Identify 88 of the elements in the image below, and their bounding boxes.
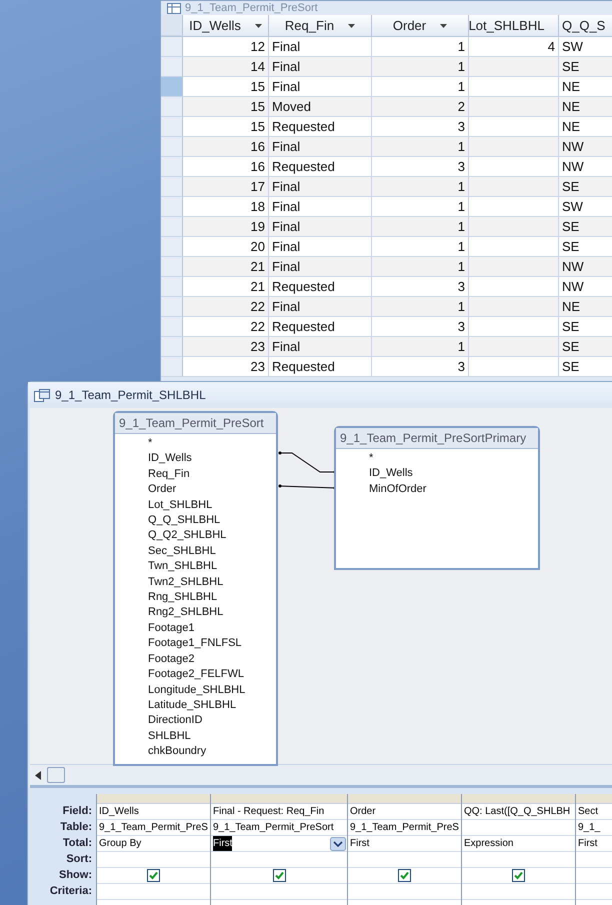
row-label: Field: [62,804,93,819]
field-item[interactable]: ID_Wells [148,451,276,467]
record-selector[interactable] [161,77,183,97]
column-selector[interactable] [97,794,210,804]
grid-cell[interactable]: First [578,836,598,851]
dropdown-arrow-icon [348,24,356,28]
field-item[interactable]: SHLBHL [148,728,276,744]
field-list-panel[interactable] [113,411,278,766]
grid-cell[interactable]: 9_1_Team_Permit_PreSort [213,820,334,835]
record-selector[interactable] [161,57,183,77]
field-list-panel[interactable]: 9_1_Team_Permit_PreSortPrimary * ID_Wells MinOfOrder [334,426,540,570]
record-selector[interactable] [161,257,183,277]
record-selector[interactable] [161,237,183,257]
column-header[interactable]: Q_Q_S [559,15,612,36]
field-item[interactable]: Footage1 [148,620,276,636]
field-item[interactable]: Rng_SHLBHL [148,590,276,606]
field-item[interactable]: Twn2_SHLBHL [148,574,276,590]
field-item[interactable]: Twn_SHLBHL [148,559,276,575]
record-selector[interactable] [161,297,183,317]
table-icon [167,2,181,14]
record-selector[interactable] [161,357,183,377]
row-label: Total: [62,836,93,851]
row-label: Criteria: [48,884,93,899]
field-item[interactable]: * [369,451,538,466]
record-selector[interactable] [161,217,183,237]
field-item[interactable]: Footage1_FNLFSL [148,636,276,652]
record-selector[interactable] [161,277,183,297]
row-label: Show: [58,868,93,883]
scroll-left-icon[interactable] [35,770,41,780]
field-item[interactable]: DirectionID [148,713,276,729]
column-selector[interactable] [462,794,575,804]
scroll-thumb[interactable] [47,767,65,783]
field-item[interactable]: MinOfOrder [369,482,538,498]
checkbox[interactable] [512,869,525,882]
column-selector[interactable] [211,794,347,804]
field-item[interactable]: ID_Wells [369,466,538,482]
field-item[interactable]: Q_Q_SHLBHL [148,513,276,528]
dropdown-arrow-icon [440,24,448,28]
record-selector[interactable] [161,177,183,197]
column-header[interactable]: Req_Fin [269,15,372,36]
field-item[interactable]: Q_Q2_SHLBHL [148,528,276,544]
field-item[interactable]: Lot_SHLBHL [148,498,276,514]
horizontal-scrollbar[interactable] [30,764,612,788]
field-item[interactable]: Footage2 [148,652,276,668]
field-item[interactable]: * [148,436,276,452]
dropdown-arrow-icon [254,24,262,28]
dropdown-icon[interactable] [330,836,346,850]
join-line [278,484,336,490]
grid-cell[interactable]: Sect [576,804,612,820]
row-label: Table: [59,820,93,835]
join-line [278,452,336,474]
checkbox[interactable] [272,869,286,882]
record-selector[interactable] [161,157,183,177]
grid-cell[interactable]: First [350,836,370,851]
checkbox[interactable] [398,869,411,882]
window-title: 9_1_Team_Permit_PreSort [185,2,318,14]
record-selector[interactable] [161,337,183,357]
column-header[interactable]: Order [372,15,469,36]
record-selector[interactable] [161,137,183,157]
field-item[interactable]: Footage2_FELFWL [148,667,276,682]
column-header[interactable]: ID_Wells [183,15,269,36]
field-item[interactable]: Sec_SHLBHL [148,544,276,560]
grid-cell[interactable]: 9_1_Team_Permit_PreS [99,820,208,835]
record-selector[interactable] [161,37,183,57]
query-icon [34,388,50,402]
field-list-title: 9_1_Team_Permit_PreSortPrimary [336,428,538,449]
checkbox[interactable] [147,869,160,882]
grid-cell[interactable]: First [213,836,232,851]
field-item[interactable]: Order [148,482,276,498]
record-selector[interactable] [161,117,183,137]
column-header[interactable]: Lot_SHLBHL [469,15,559,36]
grid-cell[interactable]: Expression [464,836,514,851]
row-label: Sort: [65,852,93,867]
grid-cell[interactable]: Group By [99,836,142,851]
field-item[interactable]: Req_Fin [148,466,276,482]
field-list-title: 9_1_Team_Permit_PreSort [115,413,276,434]
grid-cell[interactable]: 9_1_Team_Permit_PreS [350,820,459,835]
field-item[interactable]: chkBoundry [148,744,276,760]
record-selector[interactable] [161,97,183,117]
window-title: 9_1_Team_Permit_SHLBHL [55,388,206,402]
field-item[interactable]: Latitude_SHLBHL [148,698,276,714]
grid-cell[interactable]: 9_1_ [578,820,600,835]
field-item[interactable]: Longitude_SHLBHL [148,682,276,698]
column-selector[interactable] [348,794,461,804]
record-selector[interactable] [161,317,183,337]
field-item[interactable]: Rng2_SHLBHL [148,605,276,621]
select-all-button[interactable] [161,15,183,36]
record-selector[interactable] [161,197,183,217]
